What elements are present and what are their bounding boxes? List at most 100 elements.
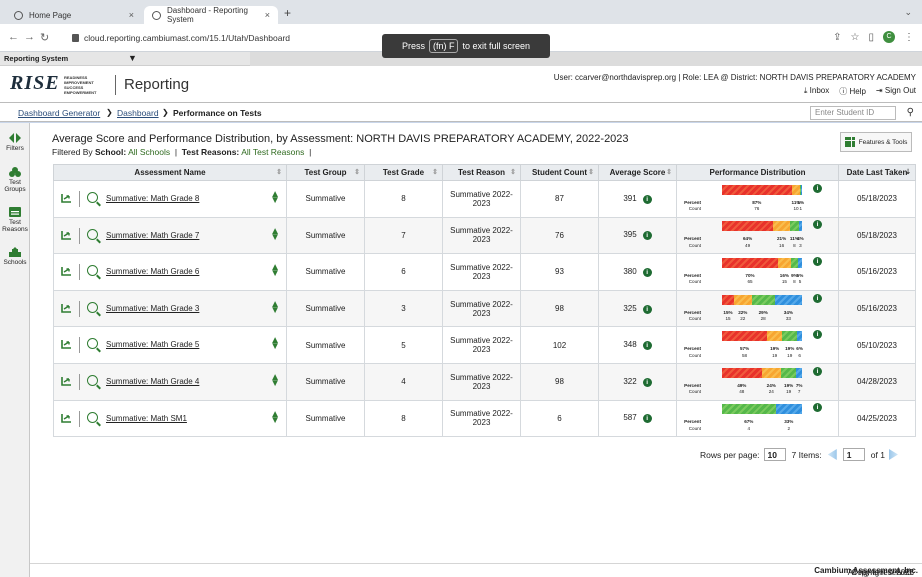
student-id-search-input[interactable]: Enter Student ID bbox=[810, 106, 896, 120]
zoom-icon[interactable] bbox=[87, 338, 98, 350]
export-icon[interactable] bbox=[61, 376, 72, 386]
info-icon[interactable]: i bbox=[642, 231, 652, 241]
inbox-link[interactable]: ⤓ Inbox bbox=[804, 86, 829, 97]
tab-home-page[interactable]: Home Page × bbox=[6, 6, 142, 24]
profile-avatar[interactable]: C bbox=[883, 31, 895, 43]
info-icon[interactable]: i bbox=[642, 414, 652, 424]
chevron-down-icon[interactable]: ⌄ bbox=[904, 7, 912, 18]
perf-bar[interactable] bbox=[722, 221, 802, 232]
reason-filter-value[interactable]: All Test Reasons bbox=[241, 147, 304, 157]
filter-summary: Filtered By School: All Schools | Test R… bbox=[52, 147, 312, 157]
assessment-name-cell: Summative: Math Grade 3 ▲ ▼ bbox=[53, 289, 287, 328]
page-number-input[interactable]: 1 bbox=[842, 448, 865, 461]
reorder-icon[interactable]: ▲ ▼ bbox=[270, 409, 280, 425]
back-icon[interactable]: ← bbox=[8, 31, 19, 43]
export-icon[interactable] bbox=[61, 413, 72, 423]
assessment-link[interactable]: Summative: Math Grade 8 bbox=[106, 194, 199, 203]
search-icon[interactable]: ⚲ bbox=[907, 107, 914, 118]
features-tools-button[interactable]: Features & Tools bbox=[840, 132, 912, 152]
breadcrumb-dashboard[interactable]: Dashboard bbox=[117, 108, 159, 118]
reorder-icon[interactable]: ▲ ▼ bbox=[270, 226, 280, 242]
col-performance-distribution: Performance Distribution bbox=[676, 164, 839, 181]
menu-kebab-icon[interactable]: ⋮ bbox=[904, 32, 914, 43]
assessment-name-cell: Summative: Math SM1 ▲ ▼ bbox=[53, 399, 287, 438]
next-page-icon[interactable] bbox=[888, 449, 898, 460]
reorder-icon[interactable]: ▲ ▼ bbox=[270, 190, 280, 206]
assessment-link[interactable]: Summative: Math Grade 7 bbox=[106, 231, 199, 240]
assessment-link[interactable]: Summative: Math Grade 4 bbox=[106, 377, 199, 386]
info-icon[interactable]: i bbox=[813, 183, 822, 193]
segment-percent: 67% bbox=[744, 419, 754, 425]
tab-dashboard[interactable]: Dashboard - Reporting System × bbox=[144, 6, 278, 24]
perf-bar[interactable] bbox=[722, 331, 802, 342]
col-student-count[interactable]: Student Count ⇕ bbox=[520, 164, 599, 181]
col-test-grade[interactable]: Test Grade ⇕ bbox=[364, 164, 443, 181]
sidebar-item-filters[interactable]: Filters bbox=[0, 133, 30, 152]
info-icon[interactable]: i bbox=[813, 366, 822, 376]
perf-bar[interactable] bbox=[722, 257, 802, 268]
share-icon[interactable]: ⇪ bbox=[833, 32, 841, 43]
reorder-icon[interactable]: ▲ ▼ bbox=[270, 372, 280, 388]
zoom-icon[interactable] bbox=[87, 411, 98, 423]
info-icon[interactable]: i bbox=[813, 403, 822, 413]
perf-bar[interactable] bbox=[722, 294, 802, 305]
test-grade-cell: 8 bbox=[364, 399, 443, 438]
info-icon[interactable]: i bbox=[642, 267, 652, 277]
export-icon[interactable] bbox=[61, 303, 72, 313]
zoom-icon[interactable] bbox=[87, 301, 98, 313]
tab-close-icon[interactable]: × bbox=[265, 10, 270, 20]
performance-distribution-cell: Percent Count 87% 76 11% 10 1% 1 i bbox=[676, 180, 839, 218]
info-icon[interactable]: i bbox=[813, 293, 822, 303]
col-test-reason[interactable]: Test Reason ⇕ bbox=[442, 164, 521, 181]
tab-close-icon[interactable]: × bbox=[129, 10, 134, 20]
rows-per-page-input[interactable]: 10 bbox=[763, 448, 786, 461]
perf-bar[interactable] bbox=[722, 184, 802, 195]
reorder-icon[interactable]: ▲ ▼ bbox=[270, 263, 280, 279]
col-assessment-name[interactable]: Assessment Name ⇕ bbox=[53, 164, 287, 181]
average-score-value: 587 bbox=[623, 413, 637, 423]
zoom-icon[interactable] bbox=[87, 265, 98, 277]
reload-icon[interactable]: ↻ bbox=[40, 31, 49, 44]
info-icon[interactable]: i bbox=[642, 341, 652, 351]
zoom-icon[interactable] bbox=[87, 192, 98, 203]
sidebar-item-test-reasons[interactable]: Test Reasons bbox=[0, 207, 30, 233]
help-link[interactable]: ⓘ Help bbox=[839, 86, 866, 97]
assessment-link[interactable]: Summative: Math Grade 6 bbox=[106, 267, 199, 276]
assessment-link[interactable]: Summative: Math Grade 3 bbox=[106, 304, 199, 313]
reorder-icon[interactable]: ▲ ▼ bbox=[270, 336, 280, 352]
export-icon[interactable] bbox=[61, 230, 72, 240]
export-icon[interactable] bbox=[61, 339, 72, 350]
star-icon[interactable]: ☆ bbox=[851, 32, 860, 43]
assessment-link[interactable]: Summative: Math SM1 bbox=[106, 414, 187, 423]
col-date-last-taken[interactable]: Date Last Taken ⇣ bbox=[838, 164, 916, 181]
info-icon[interactable]: i bbox=[642, 377, 652, 387]
export-icon[interactable] bbox=[61, 193, 72, 203]
zoom-icon[interactable] bbox=[87, 228, 98, 240]
col-test-group[interactable]: Test Group ⇕ bbox=[286, 164, 365, 181]
reorder-icon[interactable]: ▲ ▼ bbox=[270, 299, 280, 315]
school-filter-value[interactable]: All Schools bbox=[128, 147, 170, 157]
info-icon[interactable]: i bbox=[813, 330, 822, 340]
zoom-icon[interactable] bbox=[87, 374, 98, 386]
info-icon[interactable]: i bbox=[813, 220, 822, 230]
info-icon[interactable]: i bbox=[813, 256, 822, 266]
col-average-score[interactable]: Average Score ⇕ bbox=[598, 164, 677, 181]
sidebar-item-test-groups[interactable]: Test Groups bbox=[0, 167, 30, 193]
sidebar-item-schools[interactable]: Schools bbox=[0, 247, 30, 266]
breadcrumb-dashboard-generator[interactable]: Dashboard Generator bbox=[18, 108, 100, 118]
perf-bar[interactable] bbox=[722, 404, 802, 415]
perf-bar[interactable] bbox=[722, 367, 802, 378]
sidepanel-icon[interactable]: ▯ bbox=[868, 32, 874, 43]
new-tab-button[interactable]: + bbox=[284, 6, 291, 20]
test-group-cell: Summative bbox=[286, 289, 365, 328]
test-group-cell: Summative bbox=[286, 216, 365, 255]
prev-page-icon[interactable] bbox=[827, 449, 837, 460]
url-field[interactable]: cloud.reporting.cambiumast.com/15.1/Utah… bbox=[72, 33, 290, 43]
signout-link[interactable]: ⇥ Sign Out bbox=[876, 86, 916, 97]
forward-icon[interactable]: → bbox=[24, 31, 35, 43]
system-dropdown-icon[interactable]: ▼ bbox=[128, 53, 137, 63]
info-icon[interactable]: i bbox=[642, 194, 652, 204]
export-icon[interactable] bbox=[61, 266, 72, 276]
info-icon[interactable]: i bbox=[642, 304, 652, 314]
assessment-link[interactable]: Summative: Math Grade 5 bbox=[106, 340, 199, 349]
